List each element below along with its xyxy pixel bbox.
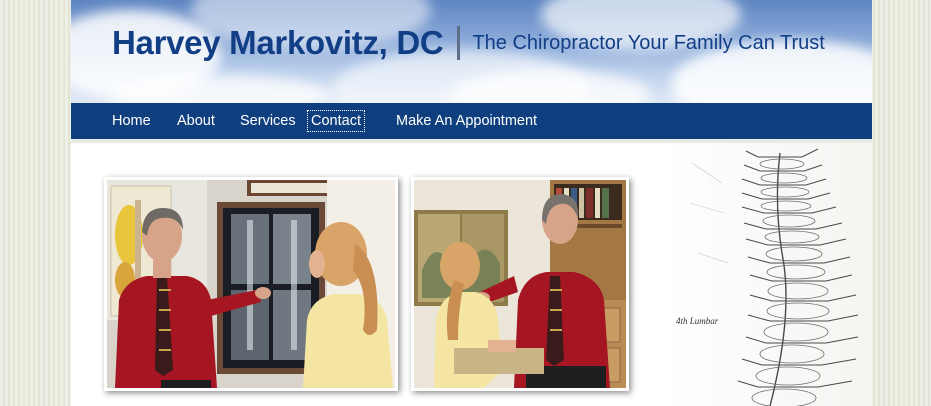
main-nav: Home About Services Contact Make An Appo… (71, 103, 872, 140)
photo-xray-consultation (104, 177, 398, 391)
xray-consultation-image (107, 180, 395, 388)
patient-adjustment-image (414, 180, 626, 388)
title-divider (457, 26, 461, 60)
photo-patient-adjustment (411, 177, 629, 391)
practice-name: Harvey Markovitz, DC (112, 24, 444, 61)
nav-home[interactable]: Home (112, 112, 151, 130)
site-title: Harvey Markovitz, DC The Chiropractor Yo… (112, 24, 825, 62)
page-container: Harvey Markovitz, DC The Chiropractor Yo… (71, 0, 872, 406)
nav-make-appointment[interactable]: Make An Appointment (396, 112, 537, 130)
nav-contact[interactable]: Contact (307, 110, 365, 132)
nav-services[interactable]: Services (240, 112, 296, 130)
site-tagline: The Chiropractor Your Family Can Trust (472, 31, 825, 54)
header-banner: Harvey Markovitz, DC The Chiropractor Yo… (71, 0, 872, 103)
spine-illustration: 4th Lumbar (662, 143, 872, 406)
spine-caption: 4th Lumbar (676, 316, 719, 326)
spine-drawing: 4th Lumbar (676, 148, 859, 406)
nav-about[interactable]: About (177, 112, 215, 130)
